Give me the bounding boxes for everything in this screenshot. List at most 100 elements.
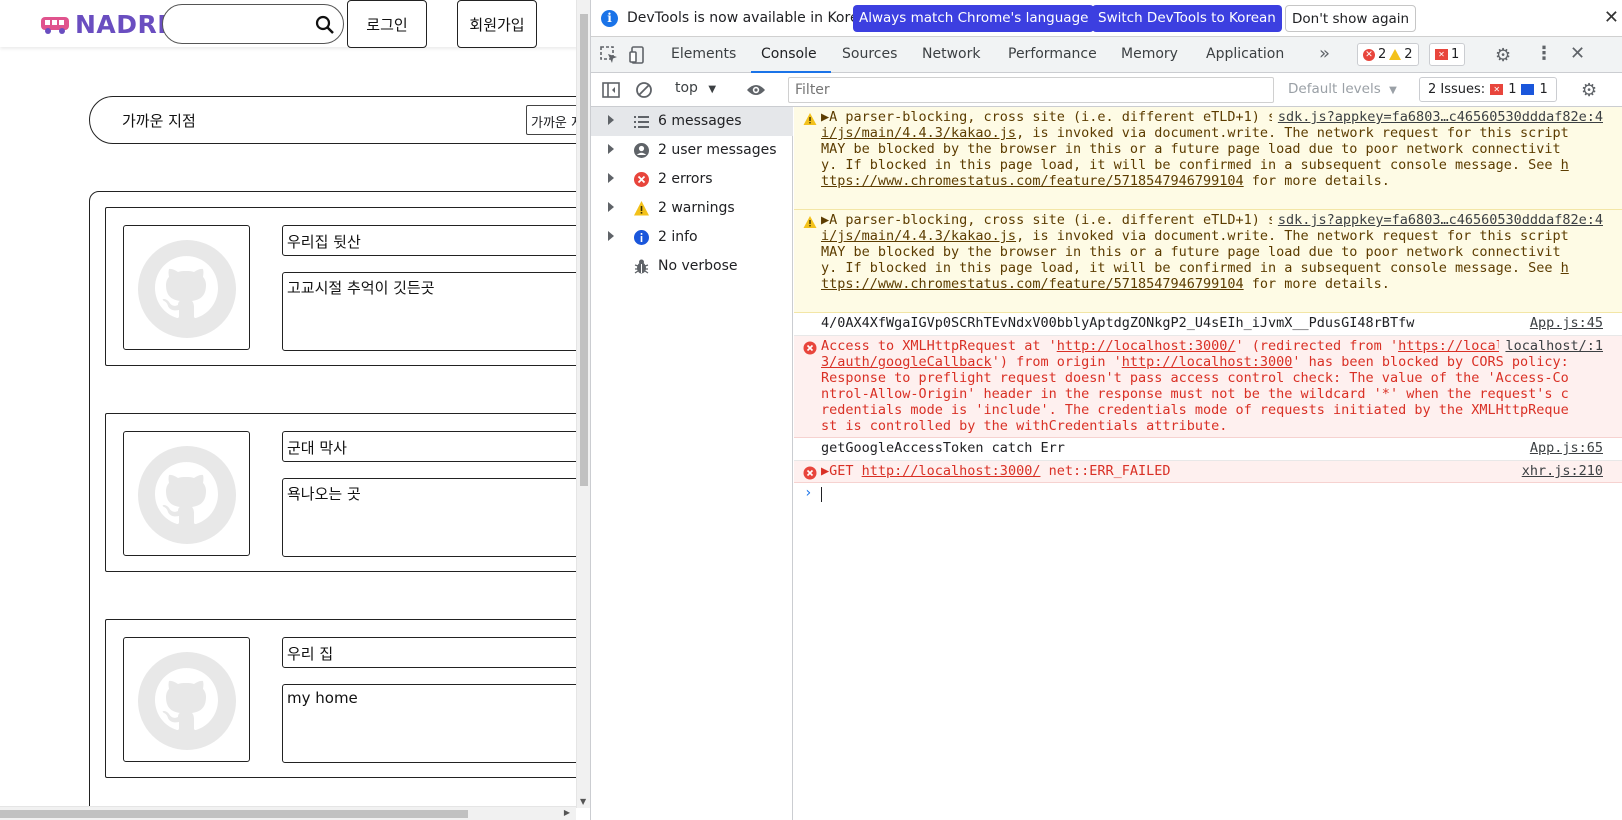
place-description[interactable]: my home bbox=[282, 684, 578, 763]
message-text-part: Access to XMLHttpRequest at ' bbox=[821, 338, 1057, 354]
place-card[interactable]: 군대 막사 욕나오는 곳 bbox=[105, 413, 578, 572]
issues-button[interactable]: 2 Issues: ✕ 1 1 bbox=[1419, 77, 1557, 102]
place-title[interactable]: 우리 집 bbox=[282, 637, 578, 668]
scroll-down-arrow-icon[interactable]: ▼ bbox=[580, 797, 586, 806]
sidebar-item-user-messages[interactable]: 2 user messages bbox=[591, 136, 793, 165]
chevron-down-icon: ▼ bbox=[1389, 85, 1397, 96]
clear-console-icon[interactable] bbox=[634, 80, 654, 100]
scroll-thumb[interactable] bbox=[0, 810, 468, 818]
message-source-link[interactable]: xhr.js:210 bbox=[1522, 463, 1603, 479]
branch-select[interactable]: 가까운 지 bbox=[526, 105, 578, 135]
search-icon[interactable] bbox=[315, 15, 335, 35]
issues-error-count: 1 bbox=[1508, 82, 1517, 97]
console-message-error[interactable]: Access to XMLHttpRequest at 'http://loca… bbox=[794, 336, 1622, 438]
console-filter-input[interactable] bbox=[788, 77, 1274, 103]
console-counts-badge[interactable]: ✕ 2 2 bbox=[1357, 43, 1419, 66]
sidebar-item-warnings[interactable]: 2 warnings bbox=[591, 194, 793, 223]
branch-filter: 가까운 지점 가까운 지 bbox=[89, 96, 578, 144]
origin-link[interactable]: http://localhost:3000 bbox=[1122, 354, 1293, 370]
console-input-caret[interactable] bbox=[821, 487, 822, 502]
place-title[interactable]: 우리집 뒷산 bbox=[282, 225, 578, 256]
message-text-part: ▶A parser-blocking, cross site (i.e. dif… bbox=[821, 109, 1334, 125]
console-message-log[interactable]: 4/0AX4XfWgaIGVp0SCRhTEvNdxV00bblyAptdgZO… bbox=[794, 313, 1622, 336]
tab-network[interactable]: Network bbox=[922, 37, 980, 73]
site-search[interactable] bbox=[162, 4, 344, 44]
request-url-link[interactable]: http://localhost:3000/ bbox=[862, 463, 1041, 479]
error-icon bbox=[803, 466, 817, 480]
tab-performance[interactable]: Performance bbox=[1008, 37, 1097, 73]
message-source-link[interactable]: sdk.js?appkey=fa6803…c46560530dddaf82e:4 bbox=[1271, 212, 1603, 228]
more-tabs-icon[interactable]: » bbox=[1319, 43, 1330, 64]
issue-info-flag-icon bbox=[1521, 84, 1535, 95]
issue-error-flag-icon: ✕ bbox=[1490, 84, 1504, 95]
console-message-error[interactable]: ▶GET http://localhost:3000/ net::ERR_FAI… bbox=[794, 461, 1622, 483]
page-horizontal-scrollbar[interactable]: ▶ bbox=[0, 806, 576, 820]
message-text: Access to XMLHttpRequest at 'http://loca… bbox=[821, 338, 1571, 435]
place-card[interactable]: 우리 집 my home bbox=[105, 619, 578, 778]
dont-show-again-button[interactable]: Don't show again bbox=[1285, 5, 1417, 32]
signup-button[interactable]: 회원가입 bbox=[457, 0, 537, 48]
warning-count: 2 bbox=[1404, 47, 1413, 62]
avatar bbox=[123, 637, 250, 762]
scroll-thumb[interactable] bbox=[580, 14, 588, 486]
message-text-part: ▶A parser-blocking, cross site (i.e. dif… bbox=[821, 212, 1334, 228]
scroll-right-arrow-icon[interactable]: ▶ bbox=[564, 808, 570, 817]
message-text-part: net::ERR_FAILED bbox=[1040, 463, 1171, 479]
always-match-language-button[interactable]: Always match Chrome's language bbox=[853, 5, 1095, 32]
error-icon bbox=[634, 172, 649, 187]
context-select[interactable]: top ▼ bbox=[675, 80, 716, 96]
sidebar-item-info[interactable]: 2 info bbox=[591, 223, 793, 252]
sidebar-item-label: No verbose bbox=[658, 258, 738, 274]
tab-application[interactable]: Application bbox=[1206, 37, 1284, 73]
devtools-tabbar: Elements Console Sources Network Perform… bbox=[591, 37, 1622, 73]
expand-arrow-icon[interactable] bbox=[608, 144, 614, 154]
tab-sources[interactable]: Sources bbox=[842, 37, 897, 73]
devtools-panel: i DevTools is now available in Korean! A… bbox=[590, 0, 1622, 820]
console-message-warning[interactable]: ▶A parser-blocking, cross site (i.e. dif… bbox=[794, 210, 1622, 313]
place-title[interactable]: 군대 막사 bbox=[282, 431, 578, 462]
inspect-element-icon[interactable] bbox=[599, 45, 619, 65]
switch-to-korean-button[interactable]: Switch DevTools to Korean bbox=[1092, 5, 1282, 32]
search-input[interactable] bbox=[177, 5, 317, 41]
user-icon bbox=[634, 143, 649, 158]
place-description[interactable]: 욕나오는 곳 bbox=[282, 478, 578, 557]
expand-arrow-icon[interactable] bbox=[608, 173, 614, 183]
list-icon bbox=[634, 116, 649, 128]
place-card[interactable]: 우리집 뒷산 고교시절 추억이 깃든곳 bbox=[105, 207, 578, 366]
message-text-part: ▶GET bbox=[821, 463, 862, 479]
tab-memory[interactable]: Memory bbox=[1121, 37, 1178, 73]
warning-icon bbox=[803, 216, 817, 228]
request-url-link[interactable]: http://localhost:3000/ bbox=[1057, 338, 1236, 354]
console-message-log[interactable]: getGoogleAccessToken catch Err App.js:65 bbox=[794, 438, 1622, 461]
message-source-link[interactable]: sdk.js?appkey=fa6803…c46560530dddaf82e:4 bbox=[1271, 109, 1603, 125]
console-settings-gear-icon[interactable]: ⚙ bbox=[1581, 80, 1597, 101]
expand-arrow-icon[interactable] bbox=[608, 202, 614, 212]
console-message-warning[interactable]: ▶A parser-blocking, cross site (i.e. dif… bbox=[794, 107, 1622, 210]
login-button[interactable]: 로그인 bbox=[347, 0, 427, 48]
sidebar-item-errors[interactable]: 2 errors bbox=[591, 165, 793, 194]
sidebar-toggle-icon[interactable] bbox=[601, 80, 621, 100]
sidebar-item-messages[interactable]: 6 messages bbox=[591, 107, 793, 136]
issues-badge[interactable]: ✕ 1 bbox=[1429, 43, 1466, 66]
expand-arrow-icon[interactable] bbox=[608, 231, 614, 241]
tab-console[interactable]: Console bbox=[751, 37, 831, 73]
live-expression-eye-icon[interactable] bbox=[746, 82, 766, 98]
screen: NADRI 로그인 회원가입 가까운 지점 가까운 지 우리집 뒷산 고교시절 … bbox=[0, 0, 1622, 820]
tab-elements[interactable]: Elements bbox=[671, 37, 736, 73]
close-devtools-icon[interactable]: ✕ bbox=[1570, 43, 1585, 64]
sidebar-item-verbose[interactable]: No verbose bbox=[591, 252, 793, 281]
settings-gear-icon[interactable]: ⚙ bbox=[1495, 45, 1511, 66]
message-text-part: for more details. bbox=[1243, 173, 1390, 190]
bus-logo-icon bbox=[41, 16, 69, 34]
message-source-link[interactable]: localhost/:1 bbox=[1499, 338, 1603, 354]
message-source-link[interactable]: App.js:45 bbox=[1530, 315, 1603, 331]
page-vertical-scrollbar[interactable]: ▼ bbox=[576, 0, 590, 808]
expand-arrow-icon[interactable] bbox=[608, 115, 614, 125]
log-levels-dropdown[interactable]: Default levels ▼ bbox=[1288, 81, 1397, 97]
site-logo[interactable]: NADRI bbox=[40, 10, 167, 39]
close-icon[interactable]: ✕ bbox=[1604, 7, 1619, 28]
more-options-icon[interactable]: ⋮ bbox=[1535, 43, 1553, 64]
message-source-link[interactable]: App.js:65 bbox=[1530, 440, 1603, 456]
device-toolbar-icon[interactable] bbox=[628, 45, 648, 65]
place-description[interactable]: 고교시절 추억이 깃든곳 bbox=[282, 272, 578, 351]
